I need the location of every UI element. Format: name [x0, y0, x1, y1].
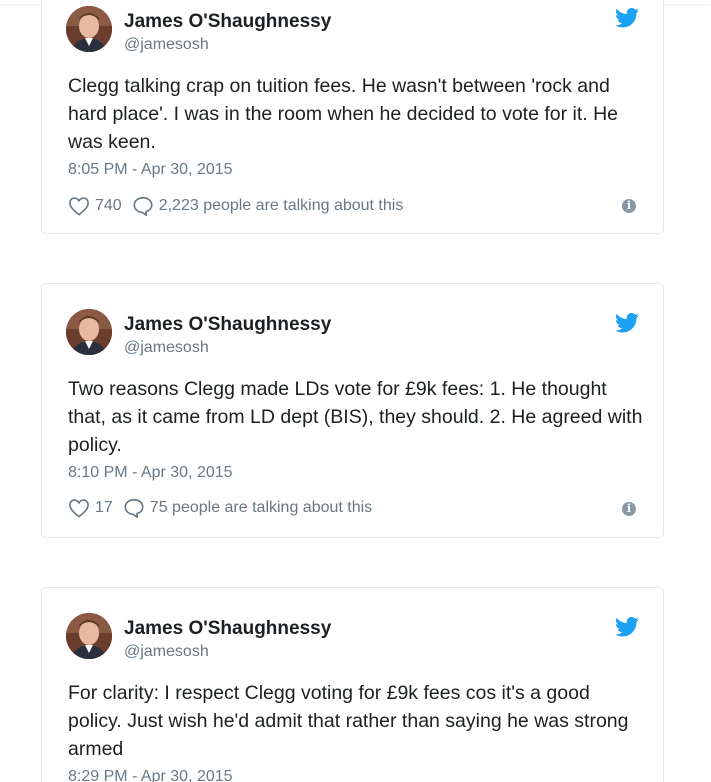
avatar[interactable] — [66, 613, 112, 659]
tweet-timestamp[interactable]: 8:29 PM - Apr 30, 2015 — [68, 768, 233, 782]
tweet-card[interactable]: James O'Shaughnessy @jamesosh Two reason… — [41, 283, 664, 538]
tweet-actions: 17 75 people are talking about this — [68, 496, 372, 520]
talking-count: 75 people are talking about this — [149, 499, 373, 516]
like-button[interactable]: 17 — [68, 498, 123, 518]
info-icon[interactable]: i — [622, 199, 636, 213]
twitter-bird-icon[interactable] — [615, 313, 639, 333]
author-name[interactable]: James O'Shaughnessy — [124, 314, 331, 336]
tweet-card[interactable]: James O'Shaughnessy @jamesosh Clegg talk… — [41, 0, 664, 234]
avatar[interactable] — [66, 6, 112, 52]
tweet-timestamp[interactable]: 8:05 PM - Apr 30, 2015 — [68, 161, 233, 179]
like-count: 740 — [95, 197, 122, 214]
like-button[interactable]: 740 — [68, 196, 132, 216]
author-handle[interactable]: @jamesosh — [124, 339, 209, 357]
tweet-text: Clegg talking crap on tuition fees. He w… — [68, 75, 619, 153]
tweet-embed-page: James O'Shaughnessy @jamesosh Clegg talk… — [0, 0, 711, 782]
author-handle[interactable]: @jamesosh — [124, 36, 209, 54]
speech-bubble-icon — [133, 196, 153, 216]
tweet-text: Two reasons Clegg made LDs vote for £9k … — [68, 378, 643, 456]
author-name[interactable]: James O'Shaughnessy — [124, 11, 331, 33]
heart-icon — [69, 499, 89, 518]
tweet-actions: 740 2,223 people are talking about this — [68, 194, 403, 218]
reply-conversation-button[interactable]: 75 people are talking about this — [123, 497, 372, 519]
avatar[interactable] — [66, 309, 112, 355]
heart-icon — [69, 197, 89, 216]
info-icon[interactable]: i — [622, 502, 636, 516]
twitter-bird-icon[interactable] — [615, 617, 639, 637]
tweet-text: For clarity: I respect Clegg voting for … — [68, 682, 629, 760]
author-name[interactable]: James O'Shaughnessy — [124, 618, 331, 640]
talking-count: 2,223 people are talking about this — [158, 197, 404, 214]
like-count: 17 — [95, 499, 113, 516]
twitter-bird-icon[interactable] — [615, 8, 639, 28]
speech-bubble-icon — [124, 498, 144, 518]
author-handle[interactable]: @jamesosh — [124, 643, 209, 661]
tweet-timestamp[interactable]: 8:10 PM - Apr 30, 2015 — [68, 464, 233, 482]
reply-conversation-button[interactable]: 2,223 people are talking about this — [132, 195, 404, 217]
tweet-card[interactable]: James O'Shaughnessy @jamesosh For clarit… — [41, 587, 664, 782]
